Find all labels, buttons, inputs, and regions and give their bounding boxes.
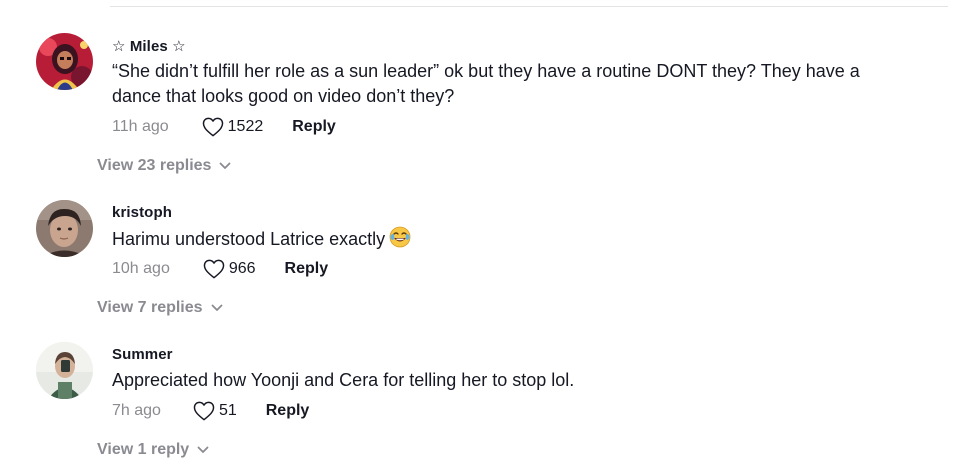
heart-outline-icon[interactable]	[193, 401, 215, 421]
comment-text-body: Harimu understood Latrice exactly	[112, 229, 386, 249]
chevron-down-icon	[211, 304, 223, 312]
like-count: 51	[218, 402, 237, 419]
comment-username[interactable]: Summer	[112, 346, 173, 363]
like-count: 1522	[227, 118, 264, 135]
comment-timestamp: 7h ago	[112, 402, 161, 419]
like-count: 966	[228, 260, 256, 277]
view-replies-label: View 23 replies	[97, 157, 212, 174]
laughing-tears-emoji-icon	[389, 226, 411, 255]
comment-username[interactable]: ☆ Miles ☆	[112, 37, 186, 55]
avatar[interactable]	[36, 33, 93, 90]
reply-button[interactable]: Reply	[292, 118, 336, 136]
comment-text: Harimu understood Latrice exactly	[112, 226, 872, 255]
like-button[interactable]: 51	[193, 401, 237, 421]
divider	[110, 6, 948, 7]
chevron-down-icon	[197, 446, 209, 454]
comment-username[interactable]: kristoph	[112, 204, 172, 221]
view-replies-label: View 7 replies	[97, 299, 203, 316]
view-replies-button[interactable]: View 7 replies	[97, 299, 223, 317]
heart-outline-icon[interactable]	[202, 117, 224, 137]
chevron-down-icon	[219, 162, 231, 170]
avatar[interactable]	[36, 342, 93, 399]
comment-meta: 7h ago 51 Reply	[112, 399, 309, 423]
comments-panel: ☆ Miles ☆ “She didn’t fulfill her role a…	[0, 0, 960, 470]
comment-timestamp: 10h ago	[112, 260, 170, 277]
view-replies-button[interactable]: View 1 reply	[97, 441, 209, 459]
comment-timestamp: 11h ago	[112, 118, 169, 135]
comment-meta: 10h ago 966 Reply	[112, 257, 328, 281]
like-button[interactable]: 1522	[202, 117, 264, 137]
view-replies-button[interactable]: View 23 replies	[97, 157, 231, 175]
comment-meta: 11h ago 1522 Reply	[112, 115, 336, 139]
reply-button[interactable]: Reply	[266, 402, 310, 420]
like-button[interactable]: 966	[203, 259, 256, 279]
comment-text: Appreciated how Yoonji and Cera for tell…	[112, 370, 575, 390]
heart-outline-icon[interactable]	[203, 259, 225, 279]
comment-text: “She didn’t fulfill her role as a sun le…	[112, 61, 860, 106]
reply-button[interactable]: Reply	[285, 260, 329, 278]
avatar[interactable]	[36, 200, 93, 257]
view-replies-label: View 1 reply	[97, 441, 190, 458]
